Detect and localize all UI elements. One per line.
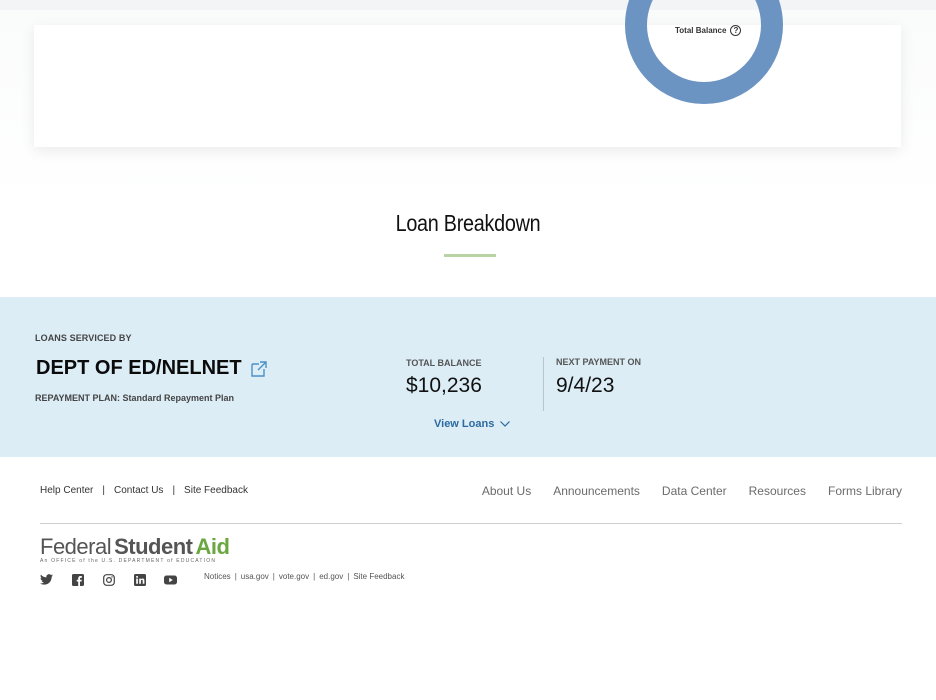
external-link-icon[interactable] [250,360,268,378]
view-loans-label[interactable]: View Loans [434,418,494,430]
servicer-name-text[interactable]: DEPT OF ED/NELNET [36,357,242,380]
logo-wordmark: Federal Student Aid [40,534,230,560]
vertical-divider [543,357,544,411]
logo-tagline: An OFFICE of the U.S. DEPARTMENT of EDUC… [40,558,217,564]
about-us-link[interactable]: About Us [482,484,531,498]
data-center-link[interactable]: Data Center [662,484,727,498]
contact-us-link[interactable]: Contact Us [114,485,163,496]
donut-label: Total Balance ? [675,25,742,36]
link-separator: | [272,572,275,581]
legal-links: Notices | usa.gov | vote.gov | ed.gov | … [204,572,404,581]
top-bar [0,0,936,10]
announcements-link[interactable]: Announcements [553,484,640,498]
footer-help-links: Help Center | Contact Us | Site Feedback [40,485,248,496]
ed-gov-link[interactable]: ed.gov [319,572,343,581]
loan-summary-band: LOANS SERVICED BY DEPT OF ED/NELNET REPA… [0,297,936,457]
logo-student: Student [114,534,193,559]
summary-card: Total Balance ? [34,0,901,147]
fsa-logo[interactable]: Federal Student Aid An OFFICE of the U.S… [40,534,230,564]
usa-gov-link[interactable]: usa.gov [241,572,269,581]
vote-gov-link[interactable]: vote.gov [279,572,309,581]
forms-library-link[interactable]: Forms Library [828,484,902,498]
help-center-link[interactable]: Help Center [40,485,93,496]
link-separator: | [347,572,350,581]
footer: Help Center | Contact Us | Site Feedback… [0,457,936,700]
title-underline [444,254,496,257]
next-payment-label: NEXT PAYMENT ON [556,357,642,367]
social-links [40,573,177,586]
chevron-down-icon [500,421,511,427]
link-separator: | [234,572,237,581]
resources-link[interactable]: Resources [749,484,806,498]
logo-federal: Federal [40,534,112,559]
linkedin-icon[interactable] [133,573,146,586]
youtube-icon[interactable] [164,573,177,586]
twitter-icon[interactable] [40,573,53,586]
logo-aid: Aid [195,534,230,559]
link-separator: | [313,572,316,581]
link-separator: | [172,485,176,496]
site-feedback-link[interactable]: Site Feedback [184,485,248,496]
instagram-icon[interactable] [102,573,115,586]
question-icon[interactable]: ? [730,25,742,36]
summary-section: Total Balance ? [0,0,936,200]
donut-label-text: Total Balance [675,26,727,35]
balance-donut-chart [625,0,783,104]
total-balance-label: TOTAL BALANCE [406,358,482,368]
footer-nav: About Us Announcements Data Center Resou… [482,484,902,498]
repayment-plan: REPAYMENT PLAN: Standard Repayment Plan [35,393,235,403]
notices-link[interactable]: Notices [204,572,231,581]
serviced-by-label: LOANS SERVICED BY [35,333,132,343]
next-payment-value: 9/4/23 [556,374,615,397]
facebook-icon[interactable] [71,573,84,586]
footer-divider [40,523,902,524]
servicer-name[interactable]: DEPT OF ED/NELNET [36,357,268,380]
section-title: Loan Breakdown [395,210,541,236]
legal-site-feedback-link[interactable]: Site Feedback [353,572,404,581]
link-separator: | [102,485,105,496]
view-loans-button[interactable]: View Loans [434,418,511,430]
total-balance-value: $10,236 [406,374,482,397]
